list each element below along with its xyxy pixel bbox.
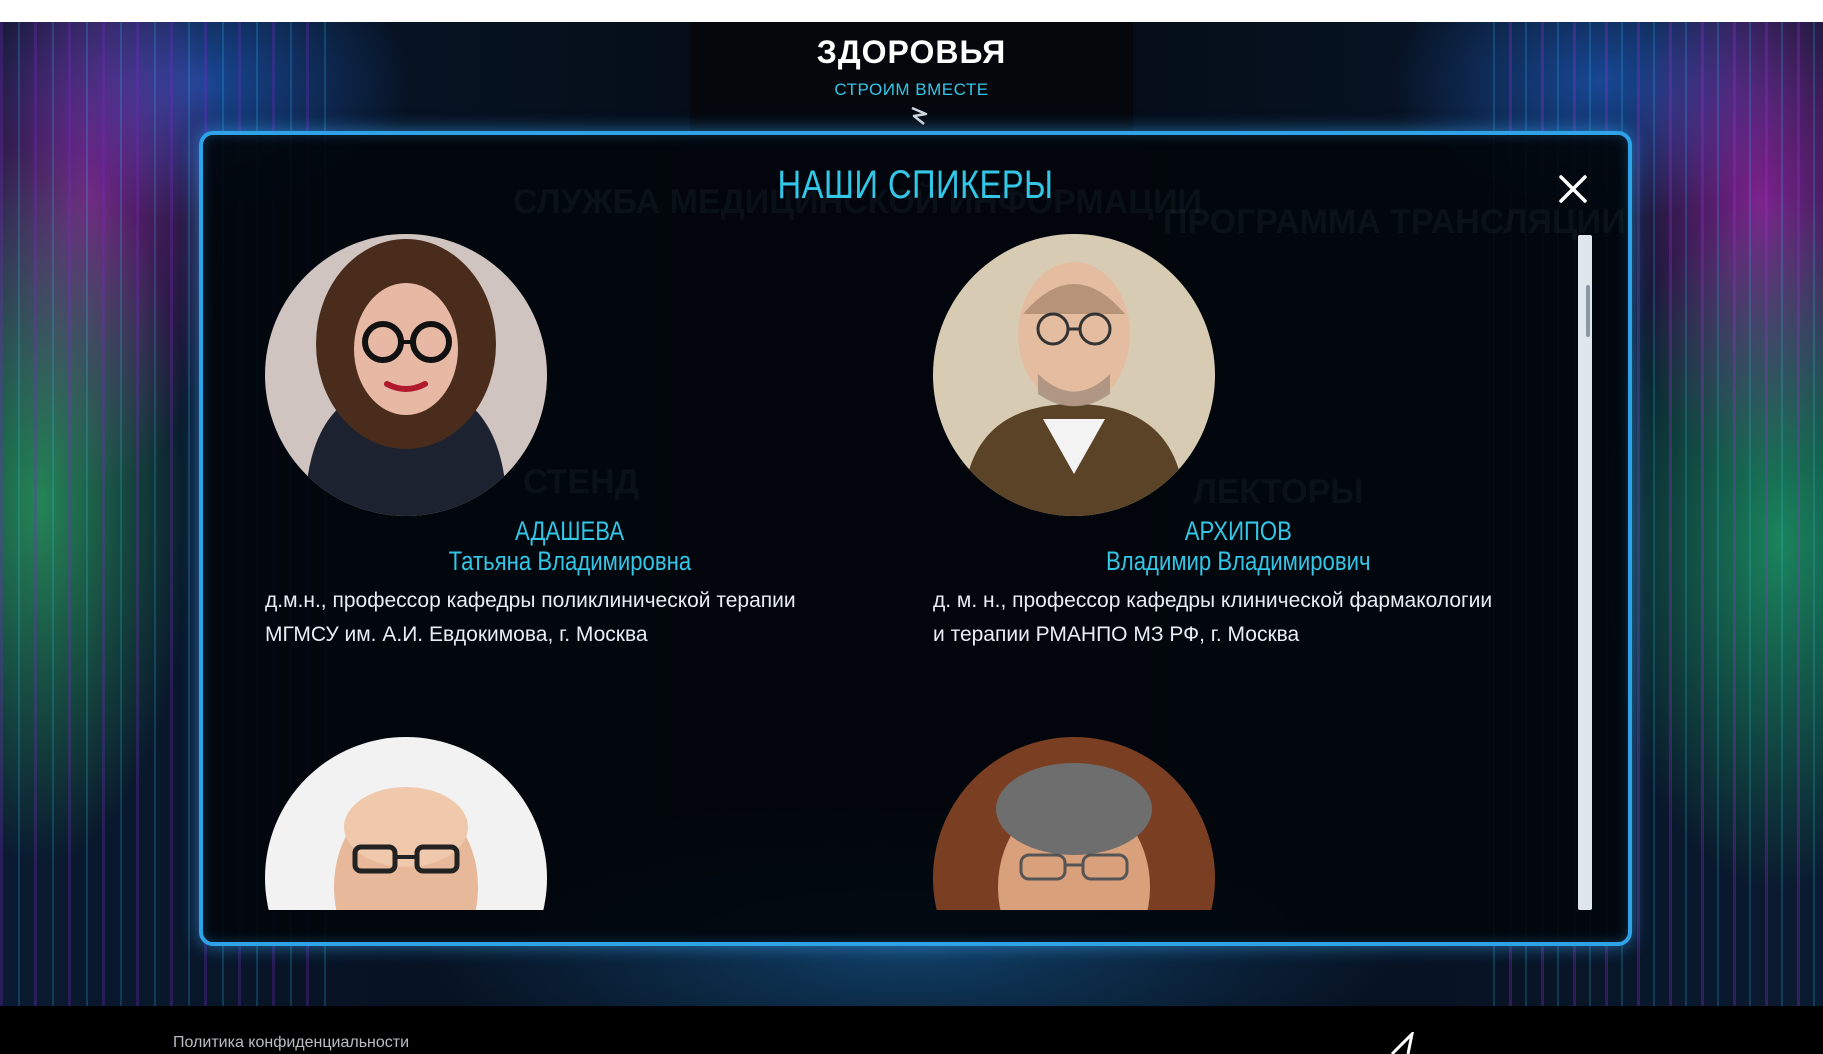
speakers-list[interactable]: АДАШЕВА Татьяна Владимировна д.м.н., про… [203,234,1573,910]
speaker-surname: АДАШЕВА [515,516,625,546]
speaker-name: Татьяна Владимировна [448,546,692,576]
close-icon[interactable] [1553,169,1593,209]
speakers-modal: СЛУЖБА МЕДИЦИНСКОЙ ИНФОРМАЦИИ ПРОГРАММА … [199,131,1632,946]
footer: Политика конфиденциальности [0,1006,1823,1054]
speaker-description-line: и терапии РМАНПО МЗ РФ, г. Москва [933,623,1300,646]
brand-logo-icon [1390,1032,1414,1054]
speaker-photo [933,234,1215,516]
modal-title: НАШИ СПИКЕРЫ [777,163,1054,207]
speaker-photo [265,234,547,516]
scrollbar-thumb[interactable] [1586,284,1590,337]
speaker-photo [933,737,1215,910]
speaker-description-line: д. м. н., профессор кафедры клинической … [933,589,1493,612]
speaker-description-line: д.м.н., профессор кафедры поликлиническо… [265,589,796,612]
brand-logo-icon [911,106,928,125]
top-bar [0,0,1823,22]
speaker-description: д.м.н., профессор кафедры поликлиническо… [265,584,905,652]
scrollbar-track[interactable] [1578,235,1592,910]
speaker-description: д. м. н., профессор кафедры клинической … [933,584,1573,652]
speaker-description-line: МГМСУ им. А.И. Евдокимова, г. Москва [265,623,648,646]
speaker-name: Владимир Владимирович [1105,546,1371,576]
page-title: ЗДОРОВЬЯ [816,34,1007,70]
speaker-photo [265,737,547,910]
page-subtitle: СТРОИМ ВМЕСТЕ [834,80,989,99]
privacy-policy-link[interactable]: Политика конфиденциальности [173,1034,409,1052]
speaker-surname: АРХИПОВ [1184,516,1292,546]
